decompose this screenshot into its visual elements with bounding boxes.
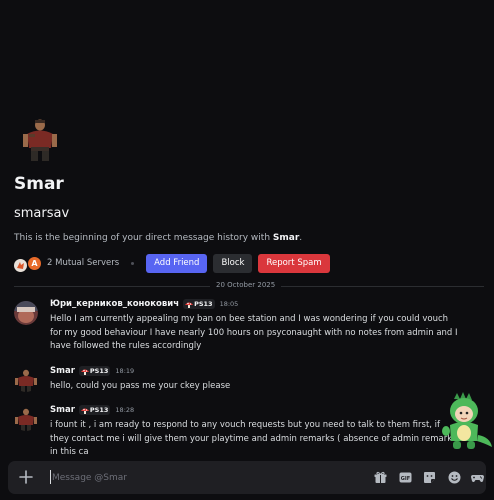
message-item[interactable]: Юри_керников_конокович PS13 18:05 Hello …: [14, 299, 484, 355]
date-divider-label: 20 October 2025: [210, 281, 282, 289]
message-content: Hello I am currently appealing my ban on…: [50, 314, 458, 351]
apps-icon[interactable]: [471, 471, 484, 484]
message-input[interactable]: [50, 469, 354, 487]
guild-tag-text: PS13: [194, 300, 213, 308]
message-composer: GIF: [8, 461, 486, 494]
sticker-icon[interactable]: [423, 471, 436, 484]
intro-name: Smar: [272, 233, 300, 243]
guild-tag-text: PS13: [89, 367, 109, 375]
intro-suffix: .: [299, 233, 303, 243]
plus-icon[interactable]: [18, 469, 34, 485]
block-button[interactable]: Block: [213, 253, 253, 273]
mushroom-icon: [185, 302, 194, 308]
separator-dot: [131, 261, 135, 265]
message-timestamp[interactable]: 18:19: [115, 367, 134, 375]
user-avatar[interactable]: [14, 368, 38, 392]
message-header: Smar PS13 18:19: [50, 366, 134, 376]
user-avatar[interactable]: [14, 407, 38, 431]
mutual-servers-link[interactable]: 2 Mutual Servers: [47, 258, 119, 268]
message-item[interactable]: Smar PS13 18:19 hello, could you pass me…: [14, 366, 484, 396]
dm-intro-text: This is the beginning of your direct mes…: [14, 233, 302, 243]
guild-tag[interactable]: PS13: [183, 299, 215, 309]
server-icon-1[interactable]: [14, 257, 27, 272]
guild-tag-text: PS13: [89, 406, 109, 414]
gif-icon[interactable]: GIF: [399, 471, 412, 484]
add-friend-button[interactable]: Add Friend: [146, 253, 208, 273]
message-timestamp[interactable]: 18:28: [115, 406, 134, 414]
message-header: Юри_керников_конокович PS13 18:05: [50, 299, 238, 309]
message-content: i fount it , i am ready to respond to an…: [50, 420, 457, 457]
message-author[interactable]: Юри_керников_конокович: [50, 299, 179, 309]
profile-display-name: Smar: [14, 174, 64, 194]
message-content: hello, could you pass me your ckey pleas…: [50, 381, 231, 391]
dm-channel: Smar smarsav This is the beginning of yo…: [0, 0, 494, 500]
message-item[interactable]: Smar PS13 18:28 i fount it , i am ready …: [14, 405, 484, 457]
text-cursor: [50, 470, 51, 484]
svg-text:GIF: GIF: [401, 476, 410, 482]
profile-username: smarsav: [14, 206, 70, 221]
dino-costume-sticker[interactable]: [440, 391, 494, 451]
mushroom-icon: [80, 408, 89, 414]
profile-actions-row: A 2 Mutual Servers Add Friend Block Repo…: [14, 253, 330, 273]
gift-icon[interactable]: [374, 471, 387, 484]
user-avatar[interactable]: [14, 301, 38, 325]
message-header: Smar PS13 18:28: [50, 405, 134, 415]
message-author[interactable]: Smar: [50, 366, 75, 376]
guild-tag[interactable]: PS13: [78, 366, 111, 376]
message-author[interactable]: Smar: [50, 405, 75, 415]
report-spam-button[interactable]: Report Spam: [258, 253, 330, 273]
profile-avatar[interactable]: [20, 118, 60, 162]
server-icon-2[interactable]: A: [28, 256, 41, 270]
guild-tag[interactable]: PS13: [78, 405, 111, 415]
message-timestamp[interactable]: 18:05: [220, 300, 239, 308]
mushroom-icon: [80, 369, 89, 375]
intro-prefix: This is the beginning of your direct mes…: [14, 233, 273, 243]
emoji-icon[interactable]: [448, 471, 461, 484]
